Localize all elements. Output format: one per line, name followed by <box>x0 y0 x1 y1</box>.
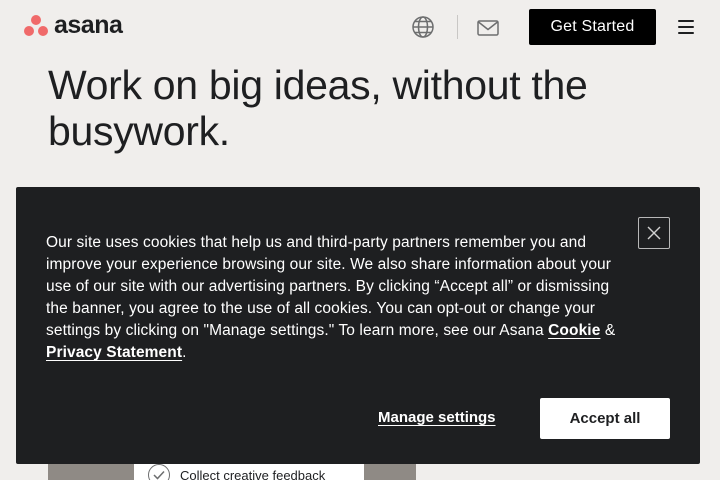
cookie-banner: Our site uses cookies that help us and t… <box>16 187 700 464</box>
cookie-banner-text: Our site uses cookies that help us and t… <box>46 232 631 364</box>
manage-settings-button[interactable]: Manage settings <box>378 409 496 426</box>
site-header: asana Get Started <box>0 0 720 54</box>
hero-title: Work on big ideas, without the busywork. <box>48 62 588 154</box>
asana-logo-icon <box>24 14 48 36</box>
header-divider <box>457 15 458 39</box>
get-started-button[interactable]: Get Started <box>529 9 656 45</box>
ampersand: & <box>600 322 616 339</box>
asana-logo[interactable]: asana <box>24 11 123 39</box>
globe-icon[interactable] <box>411 15 435 39</box>
cookie-banner-body: Our site uses cookies that help us and t… <box>46 234 612 339</box>
privacy-statement-link[interactable]: Privacy Statement <box>46 344 182 361</box>
cookie-policy-link[interactable]: Cookie <box>548 322 600 339</box>
logo-text: asana <box>54 11 123 39</box>
check-circle-icon <box>148 464 170 480</box>
media-card-label: Collect creative feedback <box>180 467 326 480</box>
close-banner-button[interactable] <box>638 217 670 249</box>
mail-icon[interactable] <box>476 17 500 39</box>
hamburger-menu-icon[interactable] <box>676 17 698 37</box>
period: . <box>182 344 187 361</box>
accept-all-button[interactable]: Accept all <box>540 398 670 439</box>
close-icon <box>647 226 661 240</box>
